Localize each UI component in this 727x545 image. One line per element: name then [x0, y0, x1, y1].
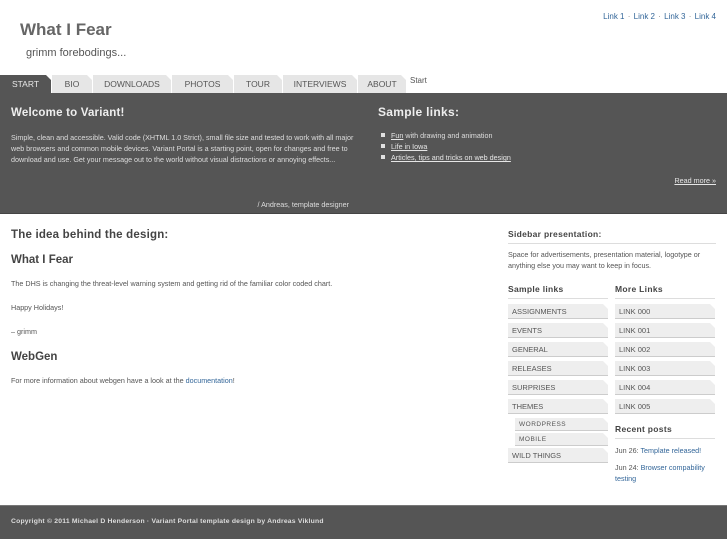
post-title: What I Fear [11, 254, 73, 266]
post-paragraph: Happy Holidays! [11, 303, 64, 312]
tab-interviews[interactable]: INTERVIEWS [283, 75, 358, 93]
sample-link-text: with drawing and animation [403, 131, 493, 140]
post-signature: – grimm [11, 327, 37, 336]
welcome-signature: / Andreas, template designer [257, 200, 350, 209]
menu-item-themes[interactable]: THEMES [508, 399, 608, 414]
recent-post: Jun 26: Template released! [615, 445, 715, 456]
menu-subitem-mobile[interactable]: MOBILE [515, 433, 608, 446]
post-paragraph: The DHS is changing the threat-level war… [11, 279, 333, 288]
top-link-3[interactable]: Link 3 [664, 12, 685, 21]
list-item: Articles, tips and tricks on web design [381, 152, 718, 163]
site-header: What I Fear grimm forebodings... Link 1 … [0, 0, 727, 75]
sidebar-presentation-text: Space for advertisements, presentation m… [508, 250, 701, 270]
main-navigation: START BIO DOWNLOADS PHOTOS TOUR INTERVIE… [0, 75, 727, 93]
read-more-link[interactable]: Read more » [674, 176, 716, 185]
recent-posts-title: Recent posts [615, 424, 715, 439]
top-link-1[interactable]: Link 1 [603, 12, 624, 21]
sample-links-list: Fun with drawing and animation Life in I… [378, 130, 718, 163]
documentation-link[interactable]: documentation [186, 376, 233, 385]
menu-item-events[interactable]: EVENTS [508, 323, 608, 338]
top-link-4[interactable]: Link 4 [695, 12, 716, 21]
menu-item-wild-things[interactable]: WILD THINGS [508, 448, 608, 463]
list-item: Life in Iowa [381, 141, 718, 152]
site-title: What I Fear [20, 20, 112, 39]
bullet-icon [381, 155, 385, 159]
sidebar: Sidebar presentation: Space for advertis… [508, 229, 716, 483]
sample-links-section: Sample links: Fun with drawing and anima… [378, 105, 718, 163]
tab-tour[interactable]: TOUR [234, 75, 283, 93]
list-item: Fun with drawing and animation [381, 130, 718, 141]
webgen-text: For more information about webgen have a… [11, 376, 186, 385]
sample-link-iowa[interactable]: Life in Iowa [391, 142, 427, 151]
menu-item-link-000[interactable]: LINK 000 [615, 304, 715, 319]
main-content: The idea behind the design: What I Fear … [11, 229, 481, 385]
tab-photos[interactable]: PHOTOS [172, 75, 234, 93]
top-links: Link 1 · Link 2 · Link 3 · Link 4 [603, 12, 716, 21]
recent-post-link[interactable]: Template released! [640, 446, 701, 455]
webgen-paragraph: For more information about webgen have a… [11, 376, 481, 385]
intro-banner: Welcome to Variant! Simple, clean and ac… [0, 93, 727, 214]
menu-item-link-005[interactable]: LINK 005 [615, 399, 715, 414]
sidebar-more-links-title: More Links [615, 284, 715, 299]
webgen-text-end: ! [232, 376, 235, 385]
bullet-icon [381, 133, 385, 137]
menu-item-surprises[interactable]: SURPRISES [508, 380, 608, 395]
menu-item-assignments[interactable]: ASSIGNMENTS [508, 304, 608, 319]
menu-item-link-002[interactable]: LINK 002 [615, 342, 715, 357]
sample-links-title: Sample links: [378, 105, 460, 119]
sidebar-presentation-title: Sidebar presentation: [508, 229, 716, 244]
top-link-2[interactable]: Link 2 [634, 12, 655, 21]
menu-item-link-001[interactable]: LINK 001 [615, 323, 715, 338]
tab-bio[interactable]: BIO [52, 75, 93, 93]
menu-item-link-003[interactable]: LINK 003 [615, 361, 715, 376]
sidebar-sample-links-title: Sample links [508, 284, 608, 299]
tab-start[interactable]: START [0, 75, 52, 93]
welcome-text: Simple, clean and accessible. Valid code… [11, 133, 354, 164]
sample-links-column: Sample links ASSIGNMENTS EVENTS GENERAL … [508, 284, 608, 467]
post-date: Jun 26: [615, 446, 641, 455]
link-separator: · [688, 12, 692, 21]
recent-posts: Recent posts Jun 26: Template released! … [615, 424, 715, 484]
tab-about[interactable]: ABOUT [358, 75, 407, 93]
link-separator: · [658, 12, 661, 21]
sample-link-fun[interactable]: Fun [391, 131, 403, 140]
menu-item-link-004[interactable]: LINK 004 [615, 380, 715, 395]
post-date: Jun 24: [615, 463, 641, 472]
menu-item-general[interactable]: GENERAL [508, 342, 608, 357]
breadcrumb: Start [410, 76, 427, 85]
menu-subitem-wordpress[interactable]: WORDPRESS [515, 418, 608, 431]
tab-downloads[interactable]: DOWNLOADS [93, 75, 172, 93]
footer-copyright: Copyright © 2011 Michael D Henderson · V… [11, 518, 324, 525]
main-heading: The idea behind the design: [11, 229, 169, 241]
recent-post: Jun 24: Browser compability testing [615, 462, 715, 484]
link-separator: · [627, 12, 631, 21]
welcome-title: Welcome to Variant! [11, 107, 125, 119]
menu-item-releases[interactable]: RELEASES [508, 361, 608, 376]
webgen-heading: WebGen [11, 351, 58, 363]
welcome-section: Welcome to Variant! Simple, clean and ac… [11, 107, 356, 209]
site-slogan: grimm forebodings... [26, 47, 127, 59]
more-links-column: More Links LINK 000 LINK 001 LINK 002 LI… [615, 284, 715, 484]
footer: Copyright © 2011 Michael D Henderson · V… [0, 505, 727, 539]
sample-link-articles[interactable]: Articles, tips and tricks on web design [391, 153, 511, 162]
bullet-icon [381, 144, 385, 148]
